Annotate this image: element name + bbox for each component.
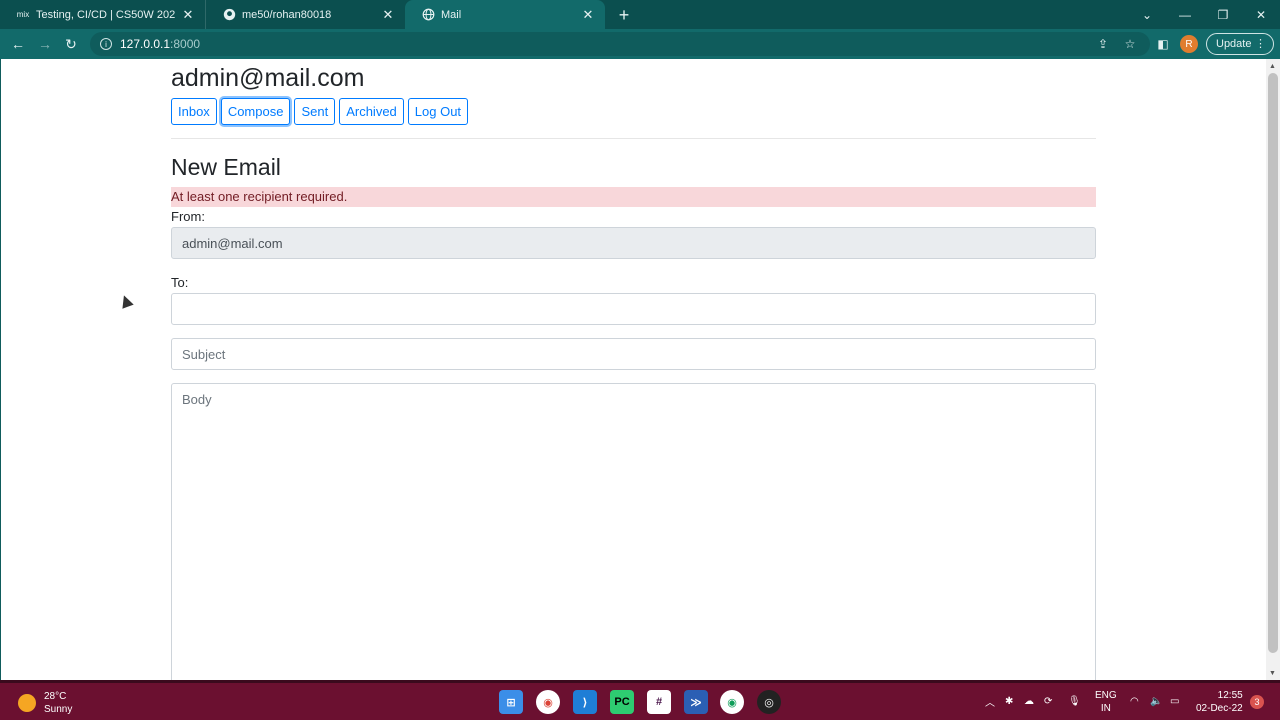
new-tab-button[interactable]: + xyxy=(613,4,635,26)
obs-icon[interactable]: ◎ xyxy=(757,690,781,714)
menu-dots-icon[interactable]: ⋮ xyxy=(1255,37,1266,50)
tab-title: me50/rohan80018 xyxy=(242,8,332,21)
globe-icon xyxy=(421,8,435,22)
temperature: 28°C xyxy=(44,691,67,702)
tray-chevron-icon[interactable]: ︿ xyxy=(985,683,995,720)
chrome-profile-icon[interactable]: ◉ xyxy=(720,690,744,714)
error-alert: At least one recipient required. xyxy=(171,187,1096,207)
back-arrow-icon[interactable]: ← xyxy=(7,33,29,55)
tab-title: Testing, CI/CD | CS50W 2020 | CS xyxy=(36,8,175,21)
region-code: IN xyxy=(1100,702,1111,714)
date: 02-Dec-22 xyxy=(1196,702,1243,714)
mix-icon: mix xyxy=(16,10,30,19)
archived-button[interactable]: Archived xyxy=(339,98,404,125)
url-host: 127.0.0.1 xyxy=(120,37,171,51)
window-close-button[interactable]: ✕ xyxy=(1242,0,1280,29)
lang-code: ENG xyxy=(1095,689,1117,701)
pycharm-icon[interactable]: PC xyxy=(610,690,634,714)
compose-button[interactable]: Compose xyxy=(220,98,291,125)
subject-field[interactable]: Subject xyxy=(171,338,1096,370)
tab-title: Mail xyxy=(441,8,462,21)
onedrive-icon[interactable]: ☁ xyxy=(1024,683,1034,720)
close-icon[interactable]: ✕ xyxy=(181,7,195,22)
vscode-icon[interactable]: ⟩ xyxy=(573,690,597,714)
compose-title: New Email xyxy=(171,154,281,180)
address-bar[interactable]: i 127.0.0.1:8000 xyxy=(90,32,1150,56)
slack-tray-icon[interactable]: ✱ xyxy=(1005,683,1013,720)
to-label: To: xyxy=(171,275,189,290)
browser-toolbar: ← → ↻ i 127.0.0.1:8000 ⇪ ☆ ◧ R Update ⋮ xyxy=(0,29,1280,59)
language-indicator[interactable]: ENG IN xyxy=(1095,683,1117,720)
url-port: :8000 xyxy=(170,37,201,51)
github-icon xyxy=(222,8,236,22)
forward-arrow-icon[interactable]: → xyxy=(34,33,56,55)
reload-icon[interactable]: ↻ xyxy=(60,33,82,55)
divider xyxy=(171,138,1096,139)
to-field[interactable] xyxy=(171,293,1096,325)
restore-button[interactable]: ❐ xyxy=(1204,0,1242,29)
body-placeholder: Body xyxy=(182,392,212,407)
user-email-heading: admin@mail.com xyxy=(171,64,365,92)
time: 12:55 xyxy=(1217,689,1243,701)
mail-container: admin@mail.com Inbox Compose Sent Archiv… xyxy=(171,59,1096,680)
sync-icon[interactable]: ⟳ xyxy=(1044,683,1052,720)
update-label: Update xyxy=(1216,38,1252,50)
notification-center[interactable]: 3 xyxy=(1250,683,1264,720)
mouse-pointer-icon xyxy=(118,293,134,309)
close-icon[interactable]: ✕ xyxy=(381,7,395,22)
page-viewport: admin@mail.com Inbox Compose Sent Archiv… xyxy=(1,59,1266,680)
tab-github[interactable]: me50/rohan80018 ✕ xyxy=(205,0,405,29)
battery-icon[interactable]: ▭ xyxy=(1170,683,1179,720)
sun-icon xyxy=(18,694,36,712)
weather-widget[interactable]: 28°C Sunny xyxy=(18,690,72,716)
close-icon[interactable]: ✕ xyxy=(581,7,595,22)
from-label: From: xyxy=(171,209,205,224)
side-panel-icon[interactable]: ◧ xyxy=(1152,33,1174,55)
subject-placeholder: Subject xyxy=(182,346,226,362)
tab-mail[interactable]: Mail ✕ xyxy=(405,0,605,29)
tab-search-icon[interactable]: ⌄ xyxy=(1128,0,1166,29)
logout-button[interactable]: Log Out xyxy=(407,98,469,125)
tab-cs50w[interactable]: mix Testing, CI/CD | CS50W 2020 | CS ✕ xyxy=(0,0,205,29)
tab-strip: mix Testing, CI/CD | CS50W 2020 | CS ✕ m… xyxy=(0,0,1280,29)
slack-icon[interactable]: # xyxy=(647,690,671,714)
volume-icon[interactable]: 🔈 xyxy=(1150,683,1162,720)
profile-avatar[interactable]: R xyxy=(1180,35,1198,53)
nav-button-row: Inbox Compose Sent Archived Log Out xyxy=(171,98,1096,125)
minimize-button[interactable]: — xyxy=(1166,0,1204,29)
info-icon[interactable]: i xyxy=(100,38,112,50)
windows-start-icon[interactable]: ⊞ xyxy=(499,690,523,714)
scrollbar-thumb[interactable] xyxy=(1268,73,1278,653)
share-icon[interactable]: ⇪ xyxy=(1092,33,1114,55)
sent-button[interactable]: Sent xyxy=(294,98,336,125)
chrome-icon[interactable]: ◉ xyxy=(536,690,560,714)
update-button[interactable]: Update ⋮ xyxy=(1206,33,1274,55)
microphone-icon[interactable]: 🎙 xyxy=(1068,683,1081,720)
weather-condition: Sunny xyxy=(44,704,73,715)
wifi-icon[interactable]: ◠ xyxy=(1130,683,1139,720)
page-scrollbar[interactable]: ▲ ▼ xyxy=(1266,59,1280,680)
from-field: admin@mail.com xyxy=(171,227,1096,259)
inbox-button[interactable]: Inbox xyxy=(171,98,217,125)
windows-taskbar: 28°C Sunny ⊞ ◉ ⟩ PC # ≫ ◉ ◎ ︿ ✱ ☁ ⟳ 🎙 EN… xyxy=(0,680,1280,720)
clock[interactable]: 12:55 02-Dec-22 xyxy=(1196,683,1243,720)
bookmark-star-icon[interactable]: ☆ xyxy=(1119,33,1141,55)
notification-count: 3 xyxy=(1250,694,1264,709)
body-textarea[interactable]: Body xyxy=(171,383,1096,680)
scroll-up-icon[interactable]: ▲ xyxy=(1269,63,1276,70)
scroll-down-icon[interactable]: ▼ xyxy=(1269,670,1276,677)
powershell-icon[interactable]: ≫ xyxy=(684,690,708,714)
